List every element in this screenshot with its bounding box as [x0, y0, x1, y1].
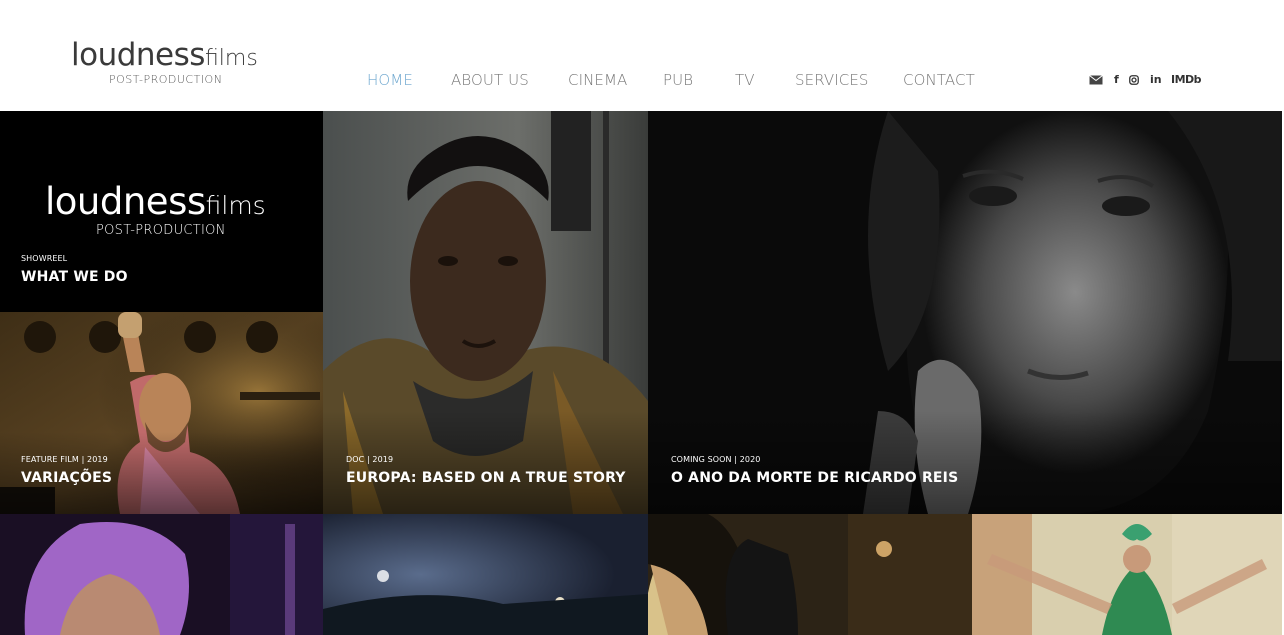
bottom-1-image [0, 514, 323, 635]
imdb-icon[interactable]: IMDb [1171, 73, 1202, 87]
tile-title: EUROPA: BASED ON A TRUE STORY [346, 470, 626, 486]
logo-main-text: loudness [71, 37, 205, 73]
tile-title: WHAT WE DO [21, 269, 128, 285]
nav-services[interactable]: SERVICES [795, 71, 869, 89]
tile-bottom-4[interactable] [972, 514, 1282, 635]
site-header: loudnessfilms POST-PRODUCTION HOME ABOUT… [0, 0, 1284, 111]
logo-accent-text: films [204, 46, 258, 71]
nav-about-us[interactable]: ABOUT US [451, 71, 529, 89]
nav-pub[interactable]: PUB [663, 71, 693, 89]
nav-home[interactable]: HOME [367, 71, 413, 89]
nav-contact[interactable]: CONTACT [903, 71, 975, 89]
logo-subtitle: POST-PRODUCTION [109, 73, 223, 86]
tile-bottom-2[interactable] [323, 514, 648, 635]
nav-cinema[interactable]: CINEMA [568, 71, 627, 89]
tile-title: O ANO DA MORTE DE RICARDO REIS [671, 470, 959, 486]
tile-variacoes[interactable]: FEATURE FILM | 2019 VARIAÇÕES [0, 312, 323, 514]
bottom-2-image [323, 514, 648, 635]
tile-category: COMING SOON | 2020 [671, 455, 761, 464]
tile-category: DOC | 2019 [346, 455, 394, 464]
project-grid: loudnessfilms POST-PRODUCTION SHOWREEL W… [0, 111, 1284, 635]
tile-title: VARIAÇÕES [21, 470, 113, 486]
tile-bottom-1[interactable] [0, 514, 323, 635]
instagram-icon[interactable] [1129, 73, 1139, 89]
bottom-3-image [648, 514, 972, 635]
tile-europa[interactable]: DOC | 2019 EUROPA: BASED ON A TRUE STORY [323, 111, 648, 514]
facebook-icon[interactable]: f [1114, 73, 1119, 87]
tile-category: SHOWREEL [21, 254, 68, 263]
tile-showreel[interactable]: loudnessfilms POST-PRODUCTION SHOWREEL W… [0, 111, 323, 312]
site-logo[interactable]: loudnessfilms POST-PRODUCTION [71, 40, 258, 90]
tile-logo-subtitle: POST-PRODUCTION [96, 223, 226, 238]
tile-ricardo-reis[interactable]: COMING SOON | 2020 O ANO DA MORTE DE RIC… [648, 111, 1282, 514]
tile-logo: loudnessfilms [45, 183, 266, 220]
tile-logo-accent: films [205, 191, 266, 220]
mail-icon[interactable] [1089, 73, 1103, 89]
nav-tv[interactable]: TV [735, 71, 755, 89]
tile-logo-main: loudness [45, 180, 206, 223]
tile-category: FEATURE FILM | 2019 [21, 455, 108, 464]
tile-bottom-3[interactable] [648, 514, 972, 635]
linkedin-icon[interactable]: in [1150, 73, 1162, 87]
logo-wordmark: loudnessfilms [71, 40, 258, 71]
bottom-4-image [972, 514, 1282, 635]
